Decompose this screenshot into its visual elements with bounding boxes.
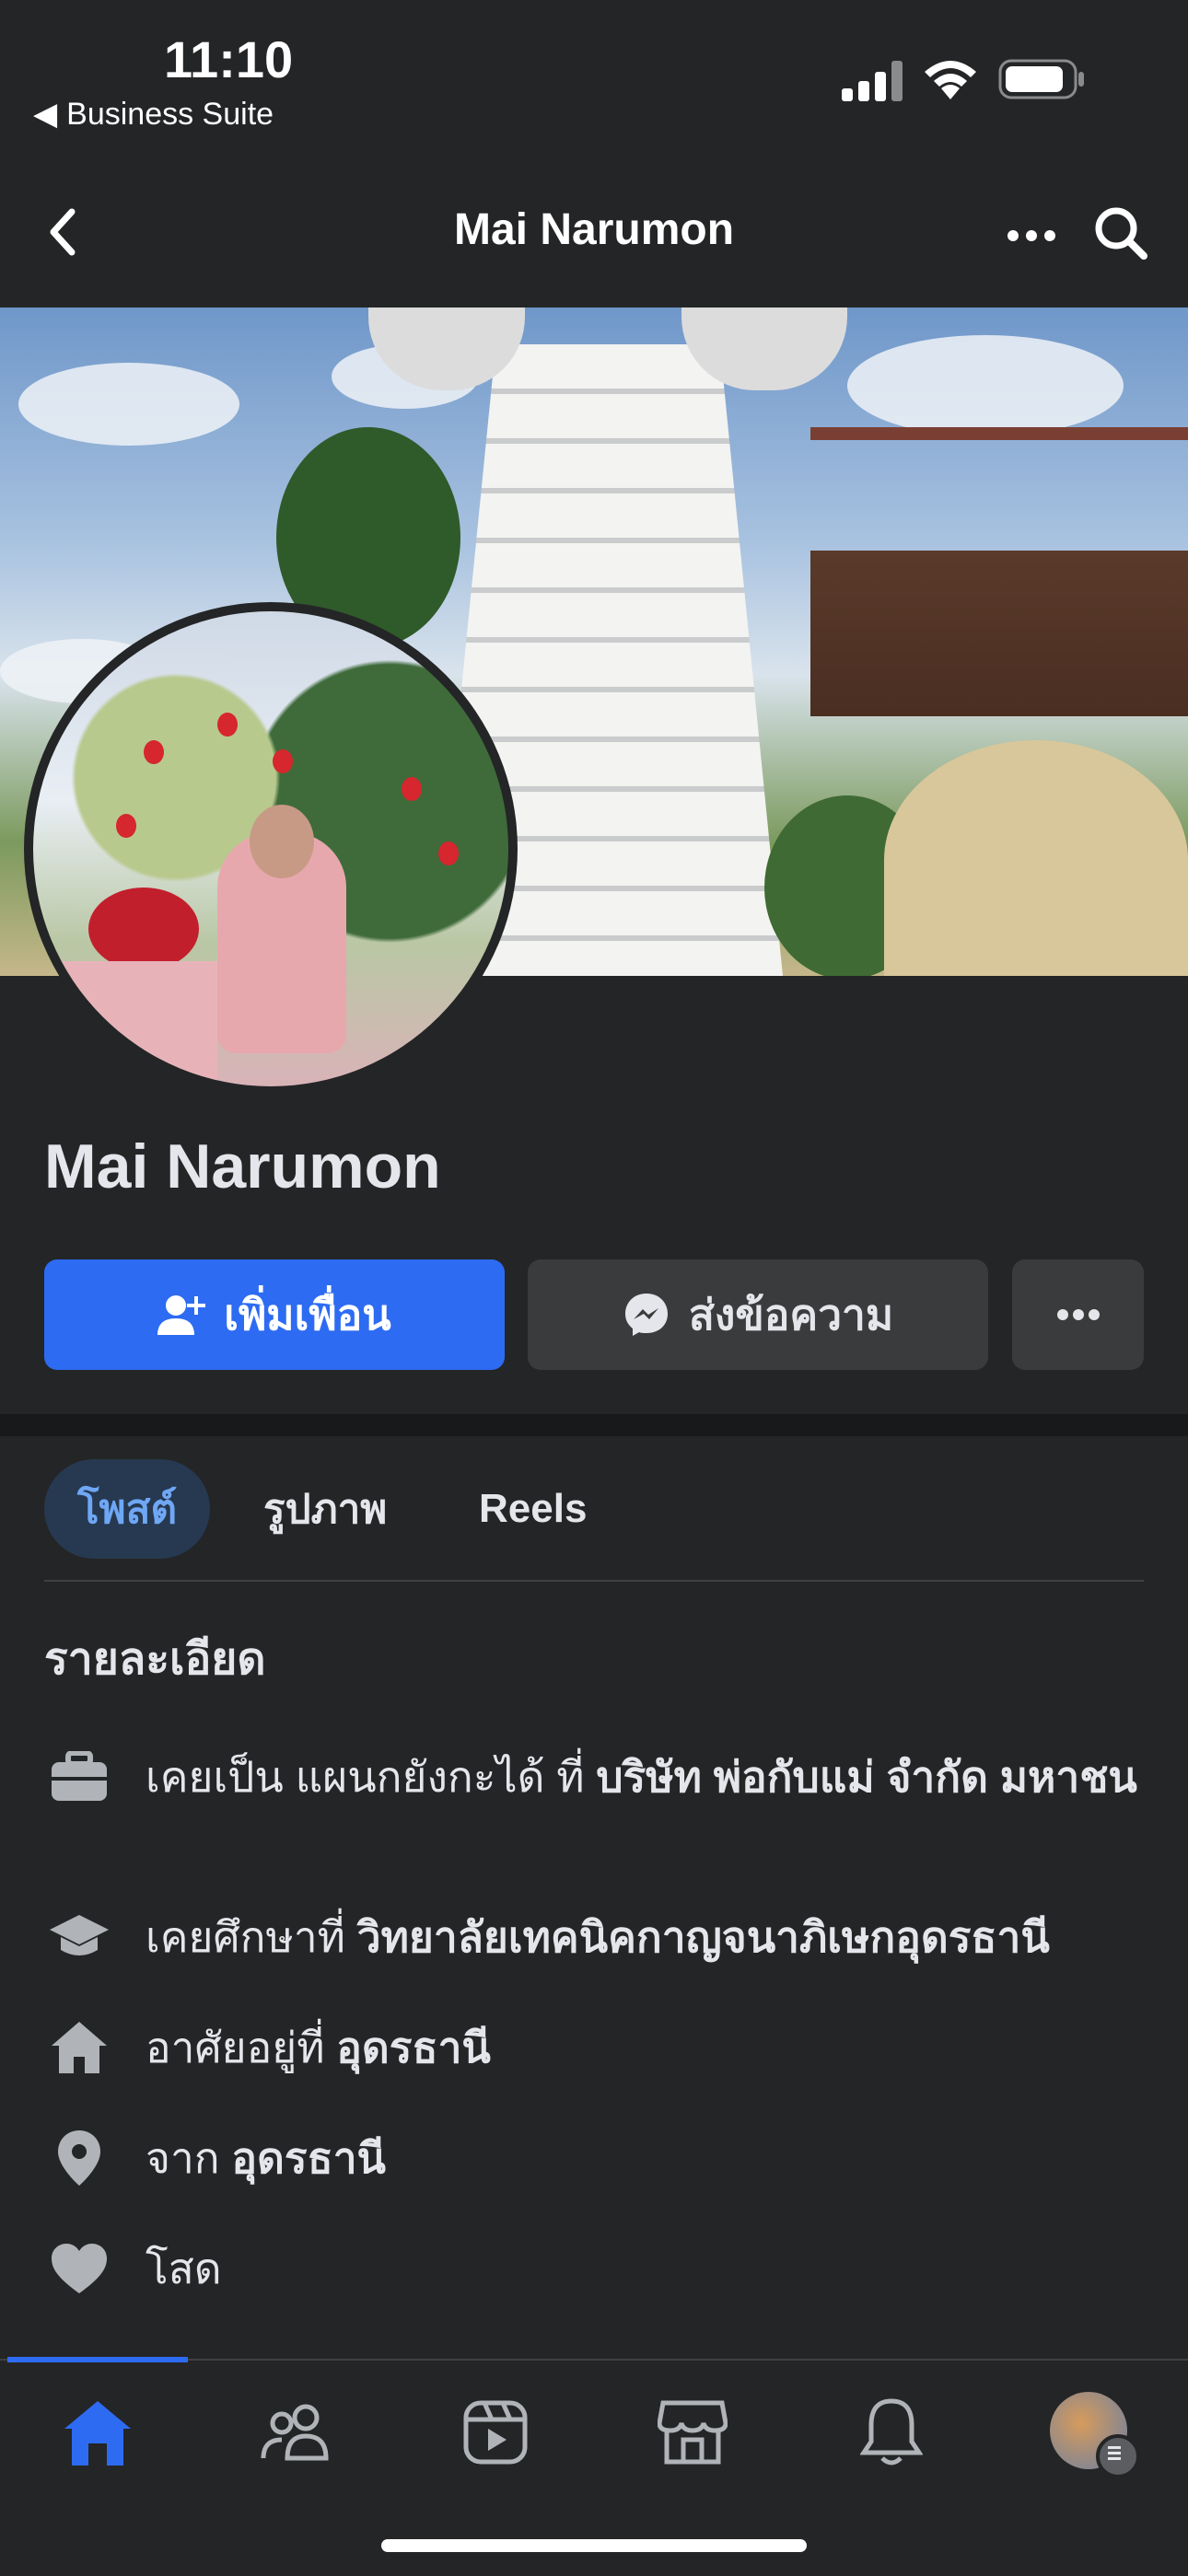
- education-prefix: เคยศึกษาที่: [146, 1913, 357, 1961]
- marketplace-icon[interactable]: [646, 2386, 739, 2478]
- battery-icon: [998, 59, 1084, 99]
- home-detail-icon: [44, 2016, 114, 2079]
- active-tab-indicator: [7, 2357, 188, 2362]
- relationship-status: โสด: [146, 2245, 222, 2292]
- lives-prefix: อาศัยอยู่ที่: [146, 2024, 337, 2071]
- detail-work: เคยเป็น แผนกยังกะได้ ที่ บริษัท พ่อกับแม…: [44, 1746, 1149, 1808]
- messenger-icon: [624, 1294, 668, 1336]
- from-prefix: จาก: [146, 2134, 232, 2182]
- detail-education: เคยศึกษาที่ วิทยาลัยเทคนิคกาญจนาภิเษกอุด…: [44, 1906, 1149, 1968]
- signal-icon: [842, 61, 903, 101]
- lives-city[interactable]: อุดรธานี: [336, 2024, 491, 2071]
- add-friend-label: เพิ่มเพื่อน: [224, 1290, 391, 1339]
- from-city[interactable]: อุดรธานี: [231, 2134, 386, 2182]
- add-friend-icon: [157, 1295, 206, 1335]
- menu-badge-icon[interactable]: [1096, 2434, 1140, 2478]
- profile-name: Mai Narumon: [44, 1131, 441, 1201]
- search-icon[interactable]: [1092, 204, 1149, 261]
- more-dots-icon: [1056, 1309, 1100, 1320]
- message-label: ส่งข้อความ: [688, 1290, 894, 1339]
- details-heading: รายละเอียด: [44, 1635, 266, 1684]
- briefcase-icon: [44, 1746, 114, 1808]
- add-friend-button[interactable]: เพิ่มเพื่อน: [44, 1259, 505, 1370]
- detail-lives: อาศัยอยู่ที่ อุดรธานี: [44, 2016, 1149, 2079]
- bell-icon[interactable]: [845, 2386, 938, 2478]
- tab-posts[interactable]: โพสต์: [44, 1459, 211, 1559]
- graduation-cap-icon: [44, 1906, 114, 1968]
- video-icon[interactable]: [449, 2386, 542, 2478]
- work-employer[interactable]: บริษัท พ่อกับแม่ จำกัด มหาชน: [596, 1753, 1137, 1801]
- tab-divider: [44, 1580, 1144, 1582]
- status-time: 11:10: [164, 30, 294, 88]
- wifi-icon: [925, 61, 976, 99]
- home-icon[interactable]: [52, 2386, 144, 2478]
- home-indicator: [381, 2539, 807, 2552]
- heart-icon: [44, 2237, 114, 2300]
- profile-picture[interactable]: [24, 602, 518, 1096]
- location-pin-icon: [44, 2127, 114, 2189]
- more-options-icon[interactable]: [1004, 214, 1059, 250]
- education-school[interactable]: วิทยาลัยเทคนิคกาญจนาภิเษกอุดรธานี: [357, 1913, 1050, 1961]
- back-to-app-link[interactable]: ◀ Business Suite: [33, 96, 274, 133]
- detail-from: จาก อุดรธานี: [44, 2127, 1149, 2189]
- back-triangle-icon: ◀: [33, 97, 58, 132]
- tab-reels[interactable]: Reels: [446, 1459, 620, 1559]
- more-actions-button[interactable]: [1012, 1259, 1144, 1370]
- section-divider: [0, 1414, 1188, 1436]
- message-button[interactable]: ส่งข้อความ: [528, 1259, 988, 1370]
- back-app-label: Business Suite: [66, 96, 274, 132]
- work-prefix: เคยเป็น แผนกยังกะได้ ที่: [146, 1753, 597, 1801]
- tab-photos[interactable]: รูปภาพ: [230, 1459, 420, 1559]
- friends-icon[interactable]: [250, 2386, 343, 2478]
- detail-relationship: โสด: [44, 2237, 1149, 2300]
